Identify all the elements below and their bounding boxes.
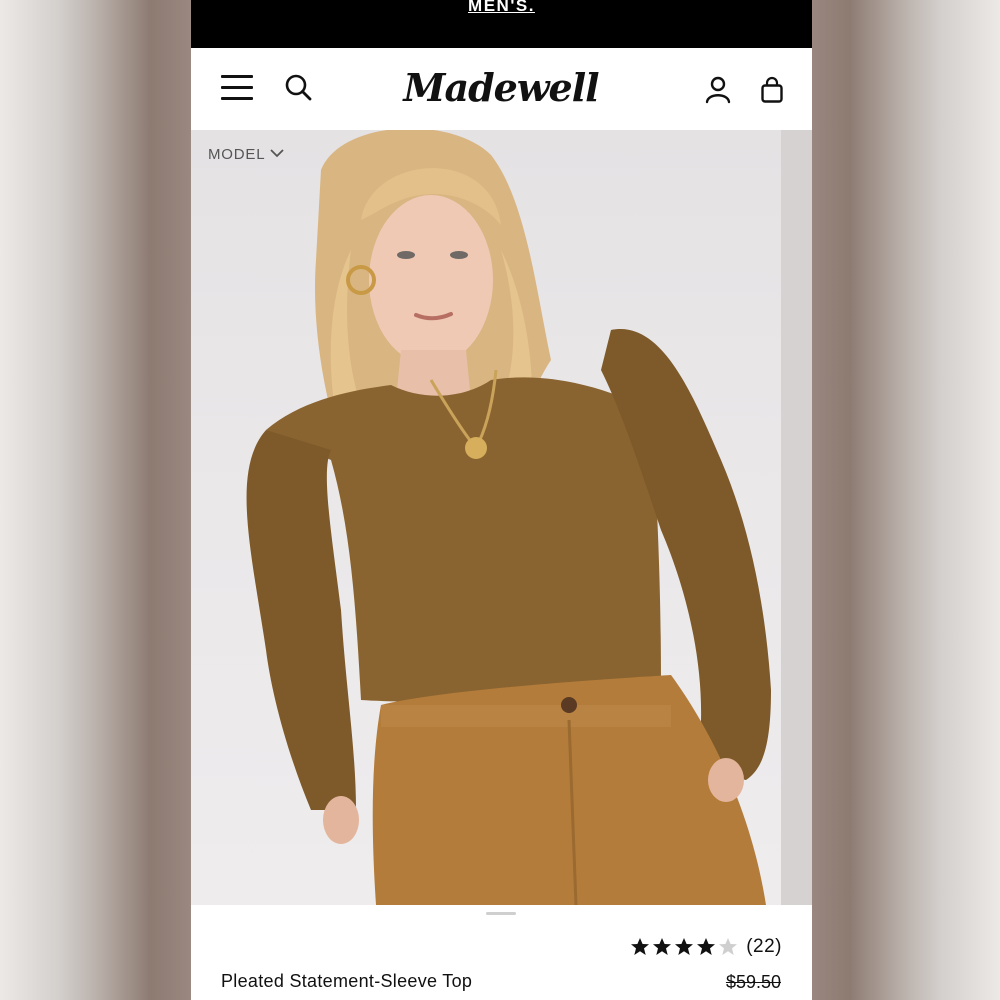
model-photo bbox=[246, 130, 771, 905]
menu-icon[interactable] bbox=[221, 73, 253, 101]
product-image[interactable]: MODEL bbox=[191, 130, 781, 905]
account-icon[interactable] bbox=[705, 76, 731, 104]
brand-logo[interactable]: Madewell bbox=[401, 60, 601, 116]
star-filled-icon bbox=[653, 938, 672, 955]
mobile-page: MEN'S. Madewell MODEL (22) Pleated State… bbox=[191, 0, 812, 1000]
review-count: (22) bbox=[746, 936, 782, 957]
star-filled-icon bbox=[697, 938, 716, 955]
product-rating[interactable]: (22) bbox=[630, 936, 782, 958]
star-filled-icon bbox=[631, 938, 650, 955]
star-empty-icon bbox=[719, 938, 738, 955]
model-view-toggle[interactable]: MODEL bbox=[208, 144, 285, 164]
next-image-peek[interactable] bbox=[781, 130, 812, 905]
site-header: Madewell bbox=[191, 48, 812, 130]
model-toggle-label: MODEL bbox=[208, 145, 266, 163]
chevron-down-icon bbox=[269, 146, 285, 163]
sheet-drag-handle[interactable] bbox=[486, 912, 516, 915]
rating-stars bbox=[630, 937, 738, 957]
star-filled-icon bbox=[675, 938, 694, 955]
search-icon[interactable] bbox=[284, 73, 314, 103]
bag-icon[interactable] bbox=[760, 76, 784, 104]
mens-link[interactable]: MEN'S. bbox=[191, 0, 812, 16]
product-title: Pleated Statement-Sleeve Top bbox=[221, 971, 473, 991]
promo-bar: MEN'S. bbox=[191, 0, 812, 48]
original-price: $59.50 bbox=[725, 972, 781, 992]
